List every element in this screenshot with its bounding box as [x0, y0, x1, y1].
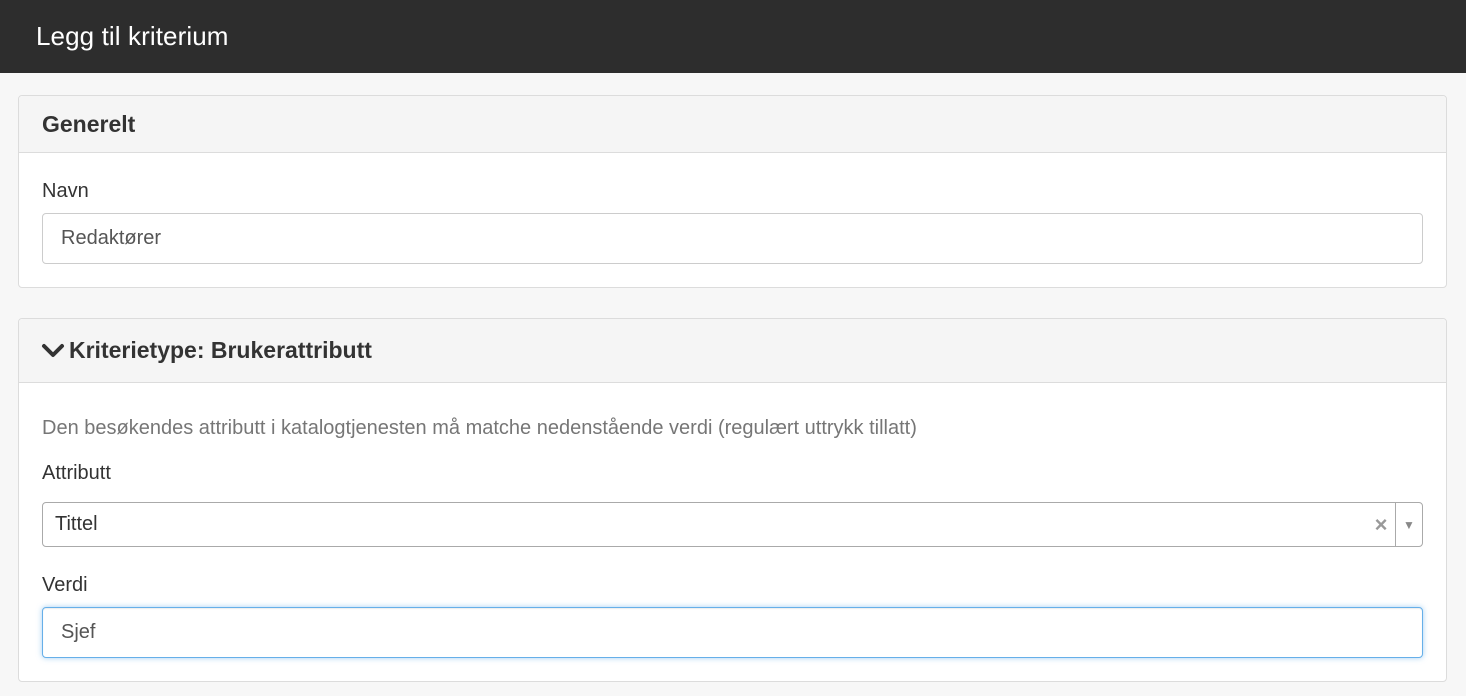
general-heading: Generelt [42, 110, 136, 137]
criterion-heading: Kriterietype: Brukerattributt [69, 337, 372, 363]
name-input[interactable] [42, 213, 1423, 264]
value-input[interactable] [42, 607, 1423, 658]
attribute-label: Attributt [42, 462, 111, 484]
dropdown-arrow-icon[interactable]: ▼ [1396, 503, 1422, 546]
criterion-help-text: Den besøkendes attributt i katalogtjenes… [42, 417, 917, 439]
top-bar: Legg til kriterium [0, 0, 1466, 73]
criterion-panel-heading[interactable]: Kriterietype: Brukerattributt [19, 319, 1446, 383]
general-panel: Generelt Navn [18, 95, 1447, 288]
chevron-down-icon[interactable] [41, 339, 65, 363]
criterion-panel: Kriterietype: Brukerattributt Den besøke… [18, 318, 1447, 682]
general-panel-heading: Generelt [19, 96, 1446, 153]
page-title: Legg til kriterium [36, 21, 229, 51]
value-label: Verdi [42, 574, 88, 596]
clear-selection-icon[interactable]: × [1367, 503, 1395, 546]
attribute-selected-value: Tittel [55, 513, 98, 535]
name-label: Navn [42, 180, 89, 202]
attribute-select[interactable]: Tittel × ▼ [42, 502, 1423, 547]
